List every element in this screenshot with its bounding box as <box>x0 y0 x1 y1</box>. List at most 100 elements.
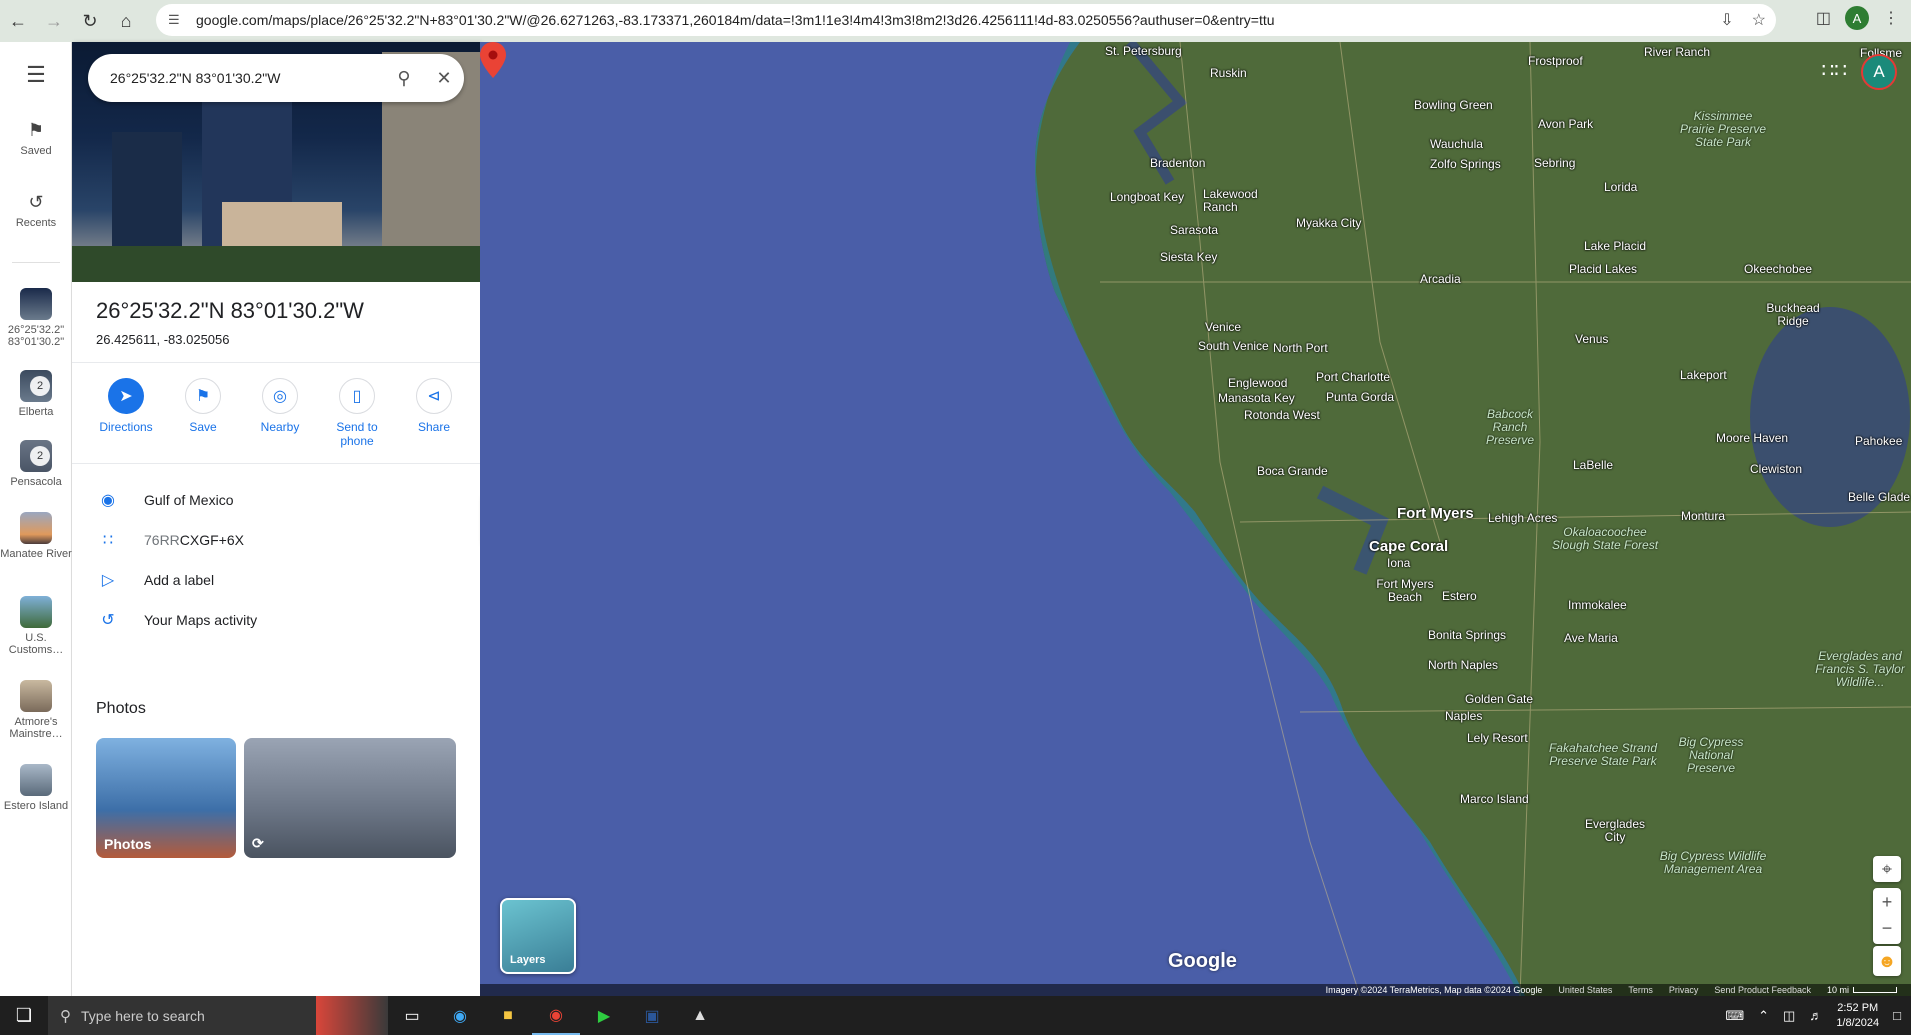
recents-button[interactable]: ↺ Recents <box>0 192 72 229</box>
save-button[interactable]: ⚑ Save <box>167 378 239 448</box>
clock-date: 1/8/2024 <box>1836 1016 1880 1029</box>
recent-label: Estero Island <box>3 800 69 812</box>
menu-icon[interactable]: ☰ <box>0 62 72 88</box>
volume-icon[interactable]: ♬ <box>1809 1008 1822 1023</box>
location-pin-icon: ◉ <box>101 492 115 509</box>
keyboard-icon[interactable]: ⌨ <box>1725 1008 1744 1024</box>
map-label: Montura <box>1681 509 1726 523</box>
zoom-in-button[interactable]: + <box>1873 888 1901 916</box>
close-icon[interactable]: ✕ <box>424 58 464 98</box>
map-label: Avon Park <box>1538 117 1594 131</box>
saved-button[interactable]: ⚑ Saved <box>0 120 72 157</box>
recent-label: Pensacola <box>10 476 62 488</box>
share-label: Share <box>417 420 451 434</box>
map-label: LaBelle <box>1573 458 1614 472</box>
google-apps-icon[interactable]: ∷∷ <box>1822 58 1847 83</box>
browser-toolbar: ← → ↻ ⌂ ☰ google.com/maps/place/26°25'32… <box>0 0 1911 42</box>
privacy-link[interactable]: Privacy <box>1669 985 1699 995</box>
map-label: Fort Myers Beach <box>1376 577 1434 604</box>
recent-item[interactable]: Manatee River <box>0 512 72 560</box>
scale-bar[interactable]: 10 mi <box>1827 985 1897 995</box>
recent-label: Atmore's Mainstre… <box>9 716 63 740</box>
info-row-activity[interactable]: ↺ Your Maps activity <box>96 600 456 640</box>
chevron-up-icon[interactable]: ⌃ <box>1758 1008 1769 1024</box>
side-panel-icon[interactable]: ◫ <box>1816 8 1831 28</box>
map-label: Siesta Key <box>1160 250 1218 264</box>
map-label: Buckhead Ridge <box>1766 301 1820 328</box>
search-input[interactable]: 26°25'32.2"N 83°01'30.2"W <box>110 70 384 86</box>
country-link[interactable]: United States <box>1558 985 1612 995</box>
map-label: Immokalee <box>1568 598 1627 612</box>
photos-icon[interactable]: ▲ <box>676 996 724 1035</box>
file-explorer-icon[interactable]: ■ <box>484 996 532 1035</box>
layers-button[interactable]: Layers <box>500 898 576 974</box>
left-rail: ☰ ⚑ Saved ↺ Recents 26°25'32.2" 83°01'30… <box>0 42 72 996</box>
feedback-link[interactable]: Send Product Feedback <box>1714 985 1811 995</box>
browser-profile-avatar[interactable]: A <box>1845 6 1869 30</box>
info-row-plus-code[interactable]: ∷ 76RR CXGF+6X <box>96 520 456 560</box>
network-icon[interactable]: ◫ <box>1783 1008 1795 1024</box>
bookmark-star-icon[interactable]: ☆ <box>1752 10 1766 30</box>
photo-tile[interactable]: Photos <box>96 738 236 858</box>
recent-item[interactable]: 2 Pensacola <box>0 440 72 488</box>
chrome-icon[interactable]: ◉ <box>532 996 580 1035</box>
account-avatar[interactable]: A <box>1861 54 1897 90</box>
map-label: Wauchula <box>1430 137 1483 151</box>
share-button[interactable]: ⊲ Share <box>398 378 470 448</box>
map-attribution: Imagery ©2024 TerraMetrics, Map data ©20… <box>480 984 1911 996</box>
home-icon[interactable]: ⌂ <box>108 3 144 39</box>
address-bar[interactable]: ☰ google.com/maps/place/26°25'32.2"N+83°… <box>156 4 1776 36</box>
install-icon[interactable]: ⇩ <box>1720 10 1733 30</box>
map-label: Belle Glade <box>1848 490 1911 504</box>
search-icon[interactable]: ⚲ <box>384 58 424 98</box>
taskbar-search[interactable]: ⚲ Type here to search <box>48 996 316 1035</box>
clock[interactable]: 2:52 PM 1/8/2024 <box>1836 1001 1879 1031</box>
pegman-icon[interactable]: ☻ <box>1873 946 1901 976</box>
site-info-icon[interactable]: ☰ <box>168 12 184 28</box>
directions-button[interactable]: ➤ Directions <box>90 378 162 448</box>
map-canvas[interactable]: St. Petersburg Ruskin Bradenton Longboat… <box>480 42 1911 996</box>
map-label: Golden Gate <box>1465 692 1534 706</box>
terms-link[interactable]: Terms <box>1628 985 1653 995</box>
divider <box>72 463 480 464</box>
recent-item[interactable]: 26°25'32.2" 83°01'30.2" <box>0 288 72 348</box>
task-view-icon[interactable]: ▭ <box>388 996 436 1035</box>
app-icon[interactable]: ▶ <box>580 996 628 1035</box>
map-label: Manasota Key <box>1218 391 1295 405</box>
map-label: Punta Gorda <box>1326 390 1395 404</box>
map-label: Everglades City <box>1584 817 1646 844</box>
recent-item[interactable]: Atmore's Mainstre… <box>0 680 72 740</box>
system-tray: ⌨ ⌃ ◫ ♬ 2:52 PM 1/8/2024 □ <box>1725 996 1901 1035</box>
map-label: Placid Lakes <box>1569 262 1638 276</box>
map-label: Longboat Key <box>1110 190 1185 204</box>
back-icon[interactable]: ← <box>0 3 36 39</box>
reload-icon[interactable]: ↻ <box>72 3 108 39</box>
search-box[interactable]: 26°25'32.2"N 83°01'30.2"W ⚲ ✕ <box>88 54 464 102</box>
location-pin-icon[interactable] <box>480 42 506 78</box>
notifications-icon[interactable]: □ <box>1893 1008 1901 1023</box>
search-highlight-icon[interactable] <box>316 996 388 1035</box>
edge-icon[interactable]: ◉ <box>436 996 484 1035</box>
nearby-button[interactable]: ◎ Nearby <box>244 378 316 448</box>
map-label: Lakewood Ranch <box>1203 187 1258 214</box>
map-label: Port Charlotte <box>1316 370 1391 384</box>
recent-item[interactable]: 2 Elberta <box>0 370 72 418</box>
my-location-icon[interactable]: ⌖ <box>1873 856 1901 882</box>
info-row-add-label[interactable]: ▷ Add a label <box>96 560 456 600</box>
map-label: Lehigh Acres <box>1488 511 1558 525</box>
windows-start-icon[interactable]: ❏ <box>0 996 48 1035</box>
zoom-out-button[interactable]: − <box>1873 916 1901 944</box>
browser-menu-icon[interactable]: ⋮ <box>1883 8 1899 28</box>
recent-item[interactable]: Estero Island <box>0 764 72 812</box>
url-text[interactable]: google.com/maps/place/26°25'32.2"N+83°01… <box>196 12 1275 28</box>
map-label: Estero <box>1442 589 1477 603</box>
bookmark-icon: ⚑ <box>185 378 221 414</box>
forward-icon[interactable]: → <box>36 3 72 39</box>
activity-text: Your Maps activity <box>144 612 258 628</box>
photo-tile-360[interactable]: ⟳ <box>244 738 456 858</box>
word-icon[interactable]: ▣ <box>628 996 676 1035</box>
info-row-location[interactable]: ◉ Gulf of Mexico <box>96 480 456 520</box>
map-label: Marco Island <box>1460 792 1529 806</box>
recent-item[interactable]: U.S. Customs… <box>0 596 72 656</box>
send-to-phone-button[interactable]: ▯ Send to phone <box>321 378 393 448</box>
